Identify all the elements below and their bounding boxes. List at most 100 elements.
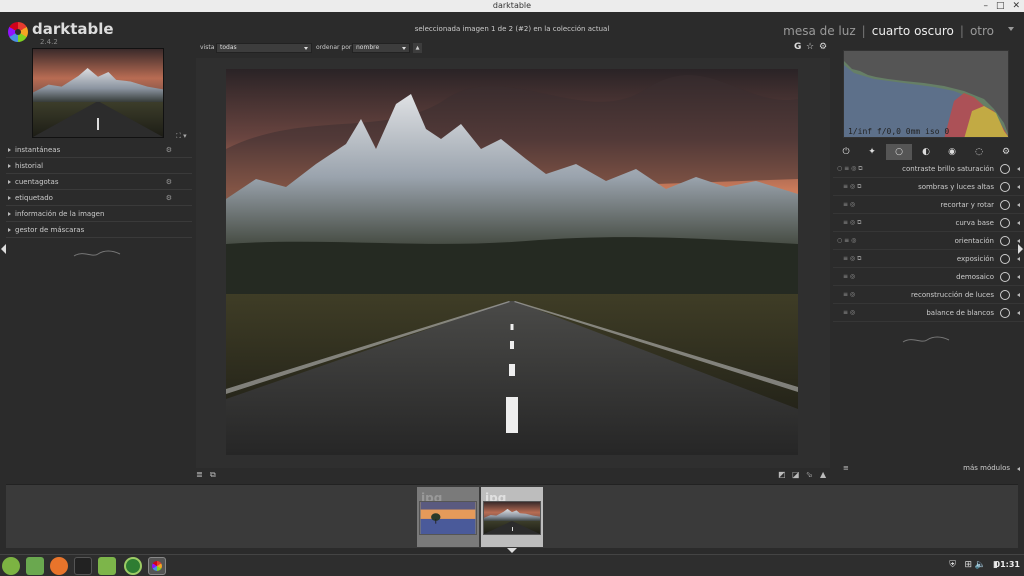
expand-icon bbox=[1017, 239, 1020, 243]
image-frame bbox=[196, 58, 830, 468]
left-panel-toggle-icon[interactable] bbox=[1, 244, 6, 254]
volume-icon[interactable]: 🔈 bbox=[975, 560, 986, 570]
gamut-check-icon[interactable]: ▲ bbox=[820, 470, 826, 479]
firefox-icon[interactable] bbox=[50, 557, 68, 575]
expand-icon bbox=[8, 228, 11, 232]
module-orientation[interactable]: ○ ≡ ◎ orientación bbox=[833, 232, 1024, 250]
module-icons[interactable]: ≡ ◎ bbox=[843, 304, 855, 322]
expand-icon bbox=[1017, 185, 1020, 189]
module-color-picker[interactable]: cuentagotas ⚙ bbox=[6, 174, 192, 190]
group-correct-icon[interactable]: ◌ bbox=[966, 144, 992, 160]
view-separator: | bbox=[959, 24, 964, 38]
network-icon[interactable]: ⊞ bbox=[964, 560, 972, 570]
module-icons[interactable]: ≡ ◎ bbox=[843, 196, 855, 214]
show-desktop-icon[interactable] bbox=[26, 557, 44, 575]
expand-icon bbox=[8, 212, 11, 216]
view-other[interactable]: otro bbox=[970, 24, 994, 38]
color-assessment-icon[interactable]: ◩ bbox=[778, 470, 786, 479]
module-icons[interactable]: ≡ ◎ bbox=[843, 268, 855, 286]
thumbnail-image bbox=[419, 501, 477, 535]
module-icon bbox=[1000, 254, 1010, 264]
gear-icon[interactable]: ⚙ bbox=[166, 142, 172, 158]
module-contrast-brightness-saturation[interactable]: ○ ≡ ◎ ⧉ contraste brillo saturación bbox=[833, 160, 1024, 178]
zoom-control-icon[interactable]: ⛶ ▾ bbox=[176, 132, 187, 141]
shield-icon[interactable]: ⛨ bbox=[949, 560, 956, 570]
module-history[interactable]: historial bbox=[6, 158, 192, 174]
star-icon[interactable]: ☆ bbox=[806, 42, 814, 52]
module-mask-manager[interactable]: gestor de máscaras bbox=[6, 222, 192, 238]
module-icon bbox=[1000, 218, 1010, 228]
center-view: vista todas ordenar por nombre ▲ G ☆ ⚙ ≣… bbox=[196, 42, 830, 480]
view-filter-select[interactable]: todas bbox=[216, 43, 312, 53]
view-darkroom[interactable]: cuarto oscuro bbox=[872, 24, 954, 38]
menu-icon[interactable] bbox=[2, 557, 20, 575]
module-icons[interactable]: ≡ ◎ bbox=[843, 286, 855, 304]
more-modules-label: más módulos bbox=[963, 464, 1010, 472]
gear-icon[interactable]: ⚙ bbox=[166, 190, 172, 206]
group-color-icon[interactable]: ◉ bbox=[939, 144, 965, 160]
module-icons[interactable]: ≡ ◎ ⧉ bbox=[843, 178, 861, 196]
softproof-icon[interactable]: ⬂ bbox=[806, 470, 813, 479]
expand-icon bbox=[8, 164, 11, 168]
filmstrip: jpg jpg bbox=[6, 484, 1018, 548]
overexposed-icon[interactable]: ◪ bbox=[792, 470, 800, 479]
module-exposure[interactable]: ≡ ◎ ⧉ exposición bbox=[833, 250, 1024, 268]
filmstrip-thumbnail-selected[interactable]: jpg bbox=[481, 487, 543, 547]
group-active-modules-icon[interactable]: ⏻ bbox=[833, 144, 859, 160]
right-panel-toggle-icon[interactable] bbox=[1018, 244, 1023, 254]
group-tone-icon[interactable]: ◐ bbox=[913, 144, 939, 160]
module-icon bbox=[1000, 290, 1010, 300]
more-modules-row[interactable]: ≡ más módulos bbox=[833, 464, 1024, 476]
close-button[interactable]: ✕ bbox=[1012, 0, 1020, 12]
bottom-panel-toggle-icon[interactable] bbox=[507, 548, 517, 553]
module-snapshots[interactable]: instantáneas ⚙ bbox=[6, 142, 192, 158]
view-lighttable[interactable]: mesa de luz bbox=[783, 24, 856, 38]
module-icons[interactable]: ○ ≡ ◎ ⧉ bbox=[837, 160, 863, 178]
filmstrip-thumbnail[interactable]: jpg bbox=[417, 487, 479, 547]
module-icons[interactable]: ○ ≡ ◎ bbox=[837, 232, 856, 250]
gear-icon[interactable]: ⚙ bbox=[166, 174, 172, 190]
module-image-info[interactable]: información de la imagen bbox=[6, 206, 192, 222]
styles-icon[interactable]: ⧉ bbox=[210, 470, 216, 480]
module-white-balance[interactable]: ≡ ◎ balance de blancos bbox=[833, 304, 1024, 322]
module-base-curve[interactable]: ≡ ◎ ⧉ curva base bbox=[833, 214, 1024, 232]
histogram[interactable]: 1/inf f/0,0 0mm iso 0 bbox=[843, 50, 1009, 138]
module-icons[interactable]: ≡ ◎ ⧉ bbox=[843, 214, 861, 232]
module-demosaic[interactable]: ≡ ◎ demosaico bbox=[833, 268, 1024, 286]
software-manager-icon[interactable] bbox=[124, 557, 142, 575]
taskbar: ⛨ ⊞ 🔈 ▮ 01:31 bbox=[0, 554, 1024, 576]
minimize-button[interactable]: – bbox=[983, 0, 988, 12]
maximize-button[interactable]: □ bbox=[996, 0, 1005, 12]
views-dropdown-icon[interactable] bbox=[1008, 27, 1014, 31]
group-basic-icon[interactable]: ○ bbox=[886, 144, 912, 160]
grouping-icon[interactable]: G bbox=[794, 42, 801, 52]
module-tagging[interactable]: etiquetado ⚙ bbox=[6, 190, 192, 206]
module-crop-rotate[interactable]: ≡ ◎ recortar y rotar bbox=[833, 196, 1024, 214]
module-shadows-highlights[interactable]: ≡ ◎ ⧉ sombras y luces altas bbox=[833, 178, 1024, 196]
navigation-thumbnail[interactable] bbox=[32, 48, 164, 138]
right-panel: 1/inf f/0,0 0mm iso 0 ⏻ ✦ ○ ◐ ◉ ◌ ⚙ ○ ≡ … bbox=[833, 44, 1024, 474]
files-icon[interactable] bbox=[98, 557, 116, 575]
window-controls: – □ ✕ bbox=[983, 0, 1020, 12]
expand-icon bbox=[1017, 275, 1020, 279]
module-icon bbox=[1000, 272, 1010, 282]
group-effects-icon[interactable]: ⚙ bbox=[993, 144, 1019, 160]
darktable-logo-icon bbox=[8, 22, 28, 42]
gear-icon[interactable]: ⚙ bbox=[819, 42, 827, 52]
presets-icon[interactable]: ≣ bbox=[196, 470, 203, 479]
clock[interactable]: 01:31 bbox=[995, 560, 1020, 569]
group-favorites-icon[interactable]: ✦ bbox=[859, 144, 885, 160]
sort-direction-button[interactable]: ▲ bbox=[413, 43, 422, 53]
module-icon bbox=[1000, 182, 1010, 192]
main-image[interactable] bbox=[226, 69, 798, 455]
module-group-bar: ⏻ ✦ ○ ◐ ◉ ◌ ⚙ bbox=[833, 144, 1024, 160]
module-icon bbox=[1000, 200, 1010, 210]
module-highlight-reconstruction[interactable]: ≡ ◎ reconstrucción de luces bbox=[833, 286, 1024, 304]
window-title: darktable bbox=[492, 1, 532, 10]
module-icons[interactable]: ≡ ◎ ⧉ bbox=[843, 250, 861, 268]
darktable-taskbar-icon[interactable] bbox=[148, 557, 166, 575]
expand-icon bbox=[1017, 221, 1020, 225]
terminal-icon[interactable] bbox=[74, 557, 92, 575]
histogram-graph bbox=[844, 61, 1008, 137]
sort-select[interactable]: nombre bbox=[352, 43, 410, 53]
